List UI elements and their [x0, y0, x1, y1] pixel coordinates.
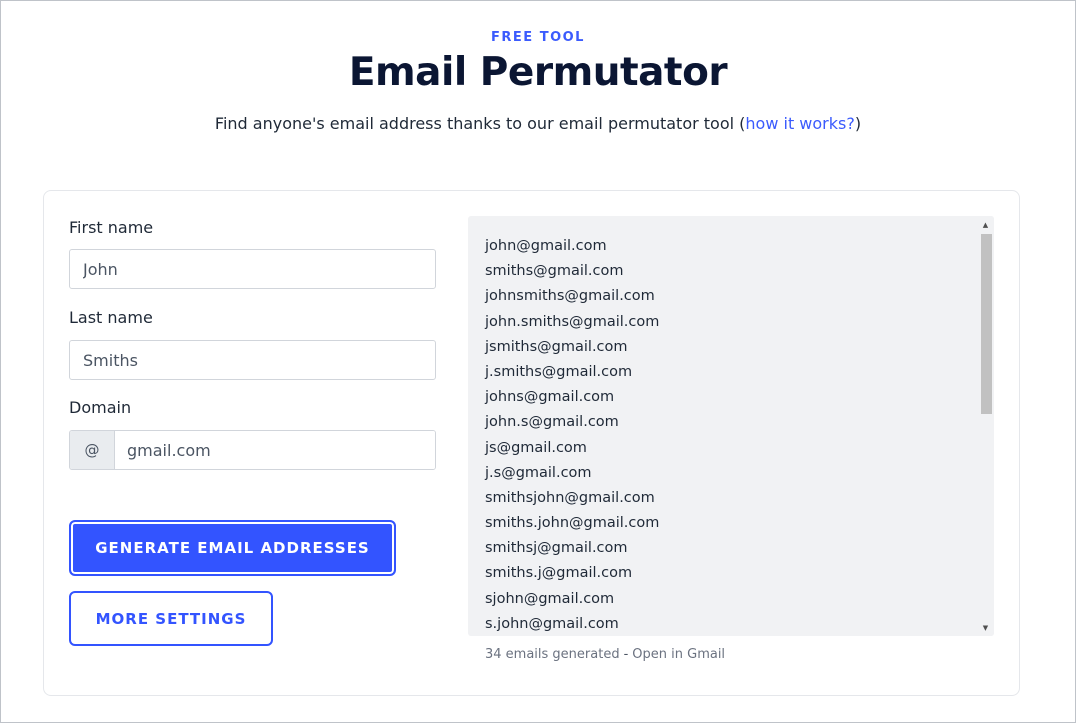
- domain-input-group: @: [69, 430, 436, 470]
- how-it-works-link[interactable]: how it works?: [745, 114, 854, 133]
- email-result-item: s.john@gmail.com: [485, 615, 619, 632]
- email-result-item: jsmiths@gmail.com: [485, 338, 628, 355]
- eyebrow-label: FREE TOOL: [491, 30, 585, 45]
- email-result-item: sjohn@gmail.com: [485, 590, 615, 607]
- email-result-item: j.smiths@gmail.com: [485, 363, 633, 380]
- last-name-input[interactable]: [69, 340, 436, 380]
- email-result-item: johns@gmail.com: [485, 389, 615, 406]
- results-panel[interactable]: john@gmail.com smiths@gmail.com johnsmit…: [468, 216, 994, 636]
- email-result-item: smithsj@gmail.com: [485, 540, 628, 557]
- results-scrollbar[interactable]: ▲ ▼: [977, 216, 994, 636]
- emails-count: 34 emails generated: [485, 647, 620, 662]
- page-title: Email Permutator: [348, 50, 728, 95]
- email-result-item: smiths.john@gmail.com: [485, 515, 660, 532]
- subtitle-close: ): [854, 114, 862, 133]
- email-result-item: john@gmail.com: [485, 238, 607, 254]
- email-result-item: john.s@gmail.com: [485, 414, 619, 431]
- results-footer: 34 emails generated - Open in Gmail: [485, 647, 725, 662]
- domain-label: Domain: [69, 398, 132, 417]
- email-result-item: john.smiths@gmail.com: [485, 313, 660, 330]
- subtitle-text: Find anyone's email address thanks to ou…: [214, 114, 746, 133]
- footer-separator: -: [623, 647, 629, 662]
- triangle-up-icon[interactable]: ▲: [977, 216, 994, 233]
- page-subtitle: Find anyone's email address thanks to ou…: [0, 114, 1076, 133]
- email-result-item: johnsmiths@gmail.com: [485, 288, 655, 305]
- email-result-item: j.s@gmail.com: [485, 464, 592, 481]
- generate-emails-button[interactable]: GENERATE EMAIL ADDRESSES: [69, 520, 396, 576]
- domain-input[interactable]: [115, 431, 435, 469]
- first-name-label: First name: [69, 218, 154, 237]
- open-in-gmail-link[interactable]: Open in Gmail: [632, 647, 725, 662]
- first-name-input[interactable]: [69, 249, 436, 289]
- triangle-down-icon[interactable]: ▼: [977, 619, 994, 636]
- email-result-item: smithsjohn@gmail.com: [485, 489, 655, 506]
- email-results-list: john@gmail.com smiths@gmail.com johnsmit…: [468, 216, 994, 636]
- email-result-item: js@gmail.com: [485, 439, 587, 456]
- email-result-item: smiths@gmail.com: [485, 263, 624, 280]
- at-sign-prefix: @: [70, 431, 115, 469]
- scrollbar-thumb[interactable]: [981, 234, 992, 414]
- last-name-label: Last name: [69, 308, 153, 327]
- email-result-item: smiths.j@gmail.com: [485, 565, 633, 582]
- more-settings-button[interactable]: MORE SETTINGS: [69, 591, 273, 646]
